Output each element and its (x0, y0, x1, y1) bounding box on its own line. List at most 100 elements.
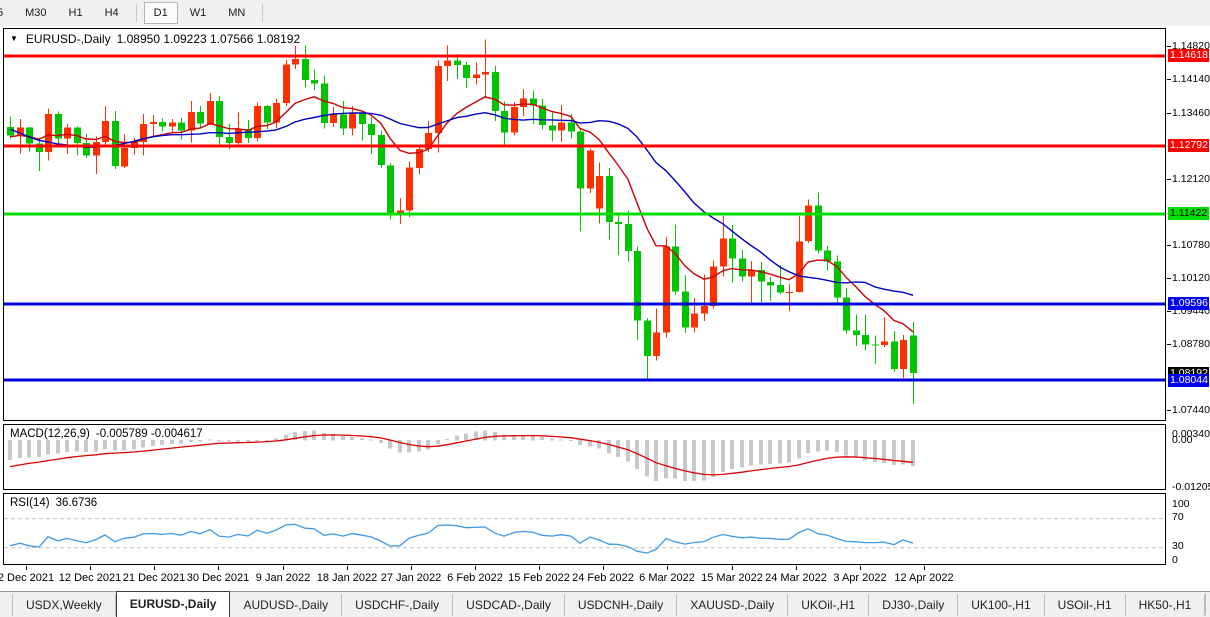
candle (891, 331, 898, 372)
rsi-pane[interactable]: RSI(14) 36.6736 (3, 493, 1166, 565)
time-axis-label: 2 Dec 2021 (0, 572, 54, 584)
candle (834, 256, 841, 304)
tab-hk50-h1[interactable]: HK50-,H1 (1126, 594, 1206, 616)
candle (359, 111, 366, 140)
candle (606, 168, 613, 239)
candle (672, 225, 679, 296)
rsi-axis-label: 0 (1172, 554, 1178, 567)
price-pane[interactable]: ▼ EURUSD-,Daily 1.08950 1.09223 1.07566 … (3, 28, 1166, 421)
candle (701, 274, 708, 320)
time-axis-tick (732, 566, 733, 570)
price-chart-canvas[interactable] (4, 29, 1165, 420)
price-axis[interactable]: 1.148201.141401.134601.121201.107801.101… (1167, 26, 1210, 591)
candle (805, 199, 812, 243)
tab-xauusd-daily[interactable]: XAUUSD-,Daily (677, 594, 788, 616)
tab-eurusd-daily[interactable]: EURUSD-,Daily (116, 591, 231, 617)
candle (150, 115, 157, 136)
candle (93, 137, 100, 175)
candle (463, 62, 470, 88)
chart-area: ▼ EURUSD-,Daily 1.08950 1.09223 1.07566 … (0, 26, 1210, 591)
time-axis-label: 24 Mar 2022 (765, 572, 827, 584)
candle (283, 60, 290, 106)
candle (406, 161, 413, 217)
price-axis-tick-label: 1.07440 (1172, 404, 1210, 417)
candle (169, 119, 176, 133)
candle (767, 277, 774, 301)
macd-signal-line (10, 435, 913, 475)
timeframe-toolbar: 5M30H1H4 D1W1MN (0, 0, 1210, 27)
candle (663, 237, 670, 338)
candle (140, 114, 147, 155)
candle (454, 54, 461, 79)
time-axis-tick (924, 566, 925, 570)
price-axis-tickmark (1167, 79, 1171, 80)
time-axis-tick (475, 566, 476, 570)
price-axis-tick-label: 1.13460 (1172, 107, 1210, 120)
candle (207, 93, 214, 125)
timeframe-button-w1[interactable]: W1 (180, 2, 217, 24)
symbol-tabbar: USDX,WeeklyEURUSD-,DailyAUDUSD-,DailyUSD… (0, 591, 1210, 617)
candle (36, 138, 43, 171)
price-level-badge: 1.09596 (1168, 297, 1209, 310)
candle (55, 111, 62, 145)
price-axis-tickmark (1167, 113, 1171, 114)
candle (615, 214, 622, 255)
rsi-line (10, 524, 913, 553)
candle (102, 106, 109, 146)
candle (378, 131, 385, 169)
tab-usdx-weekly[interactable]: USDX,Weekly (12, 594, 116, 616)
time-axis-tick (90, 566, 91, 570)
time-axis-label: 9 Jan 2022 (256, 572, 310, 584)
tab-uk100-h1[interactable]: UK100-,H1 (958, 594, 1044, 616)
price-axis-tickmark (1167, 311, 1171, 312)
candle (188, 101, 195, 142)
timeframe-button-d1[interactable]: D1 (144, 2, 178, 24)
tab-audusd-daily[interactable]: AUDUSD-,Daily (230, 594, 342, 616)
tab-scroll-buttons: ◄► (1205, 593, 1210, 615)
candle (625, 211, 632, 262)
candle (7, 116, 14, 138)
price-axis-tick-label: 1.10780 (1172, 239, 1210, 252)
candle (121, 135, 128, 169)
candle (159, 118, 166, 131)
candles (7, 39, 917, 404)
candle (492, 66, 499, 121)
price-axis-tick-label: 1.08780 (1172, 338, 1210, 351)
chart-dropdown-icon[interactable]: ▼ (10, 34, 18, 43)
candle (758, 262, 765, 302)
tab-dj30-daily[interactable]: DJ30-,Daily (869, 594, 958, 616)
price-level-badge: 1.08044 (1168, 374, 1209, 387)
tab-usdcnh-daily[interactable]: USDCNH-,Daily (565, 594, 677, 616)
candle (900, 335, 907, 378)
timeframe-button-mn[interactable]: MN (218, 2, 255, 24)
price-axis-tickmark (1167, 344, 1171, 345)
candle (748, 261, 755, 303)
tab-usoil-h1[interactable]: USOil-,H1 (1045, 594, 1126, 616)
time-axis-label: 12 Dec 2021 (59, 572, 121, 584)
candle (881, 317, 888, 347)
timeframe-button-5[interactable]: 5 (0, 2, 13, 24)
tab-ukoil-h1[interactable]: UKOil-,H1 (788, 594, 869, 616)
time-axis-tick (539, 566, 540, 570)
toolbar-separator (262, 4, 263, 22)
tab-usdchf-daily[interactable]: USDCHF-,Daily (342, 594, 453, 616)
toolbar-separator (136, 4, 137, 22)
time-axis[interactable]: 2 Dec 202112 Dec 202121 Dec 202130 Dec 2… (3, 566, 1166, 590)
candle (862, 314, 869, 350)
candle (653, 308, 660, 360)
candle (520, 89, 527, 116)
rsi-canvas[interactable] (4, 494, 1165, 564)
candle (739, 250, 746, 282)
candle (824, 246, 831, 270)
candle (368, 117, 375, 154)
time-axis-label: 6 Feb 2022 (447, 572, 503, 584)
candle (710, 261, 717, 309)
macd-pane[interactable]: MACD(12,26,9) -0.005789 -0.004617 (3, 424, 1166, 490)
tab-usdcad-daily[interactable]: USDCAD-,Daily (453, 594, 565, 616)
chart-symbol-period: EURUSD-,Daily (26, 32, 111, 46)
price-axis-tickmark (1167, 278, 1171, 279)
candle (539, 99, 546, 130)
timeframe-button-h1[interactable]: H1 (59, 2, 93, 24)
timeframe-button-m30[interactable]: M30 (15, 2, 56, 24)
timeframe-button-h4[interactable]: H4 (95, 2, 129, 24)
